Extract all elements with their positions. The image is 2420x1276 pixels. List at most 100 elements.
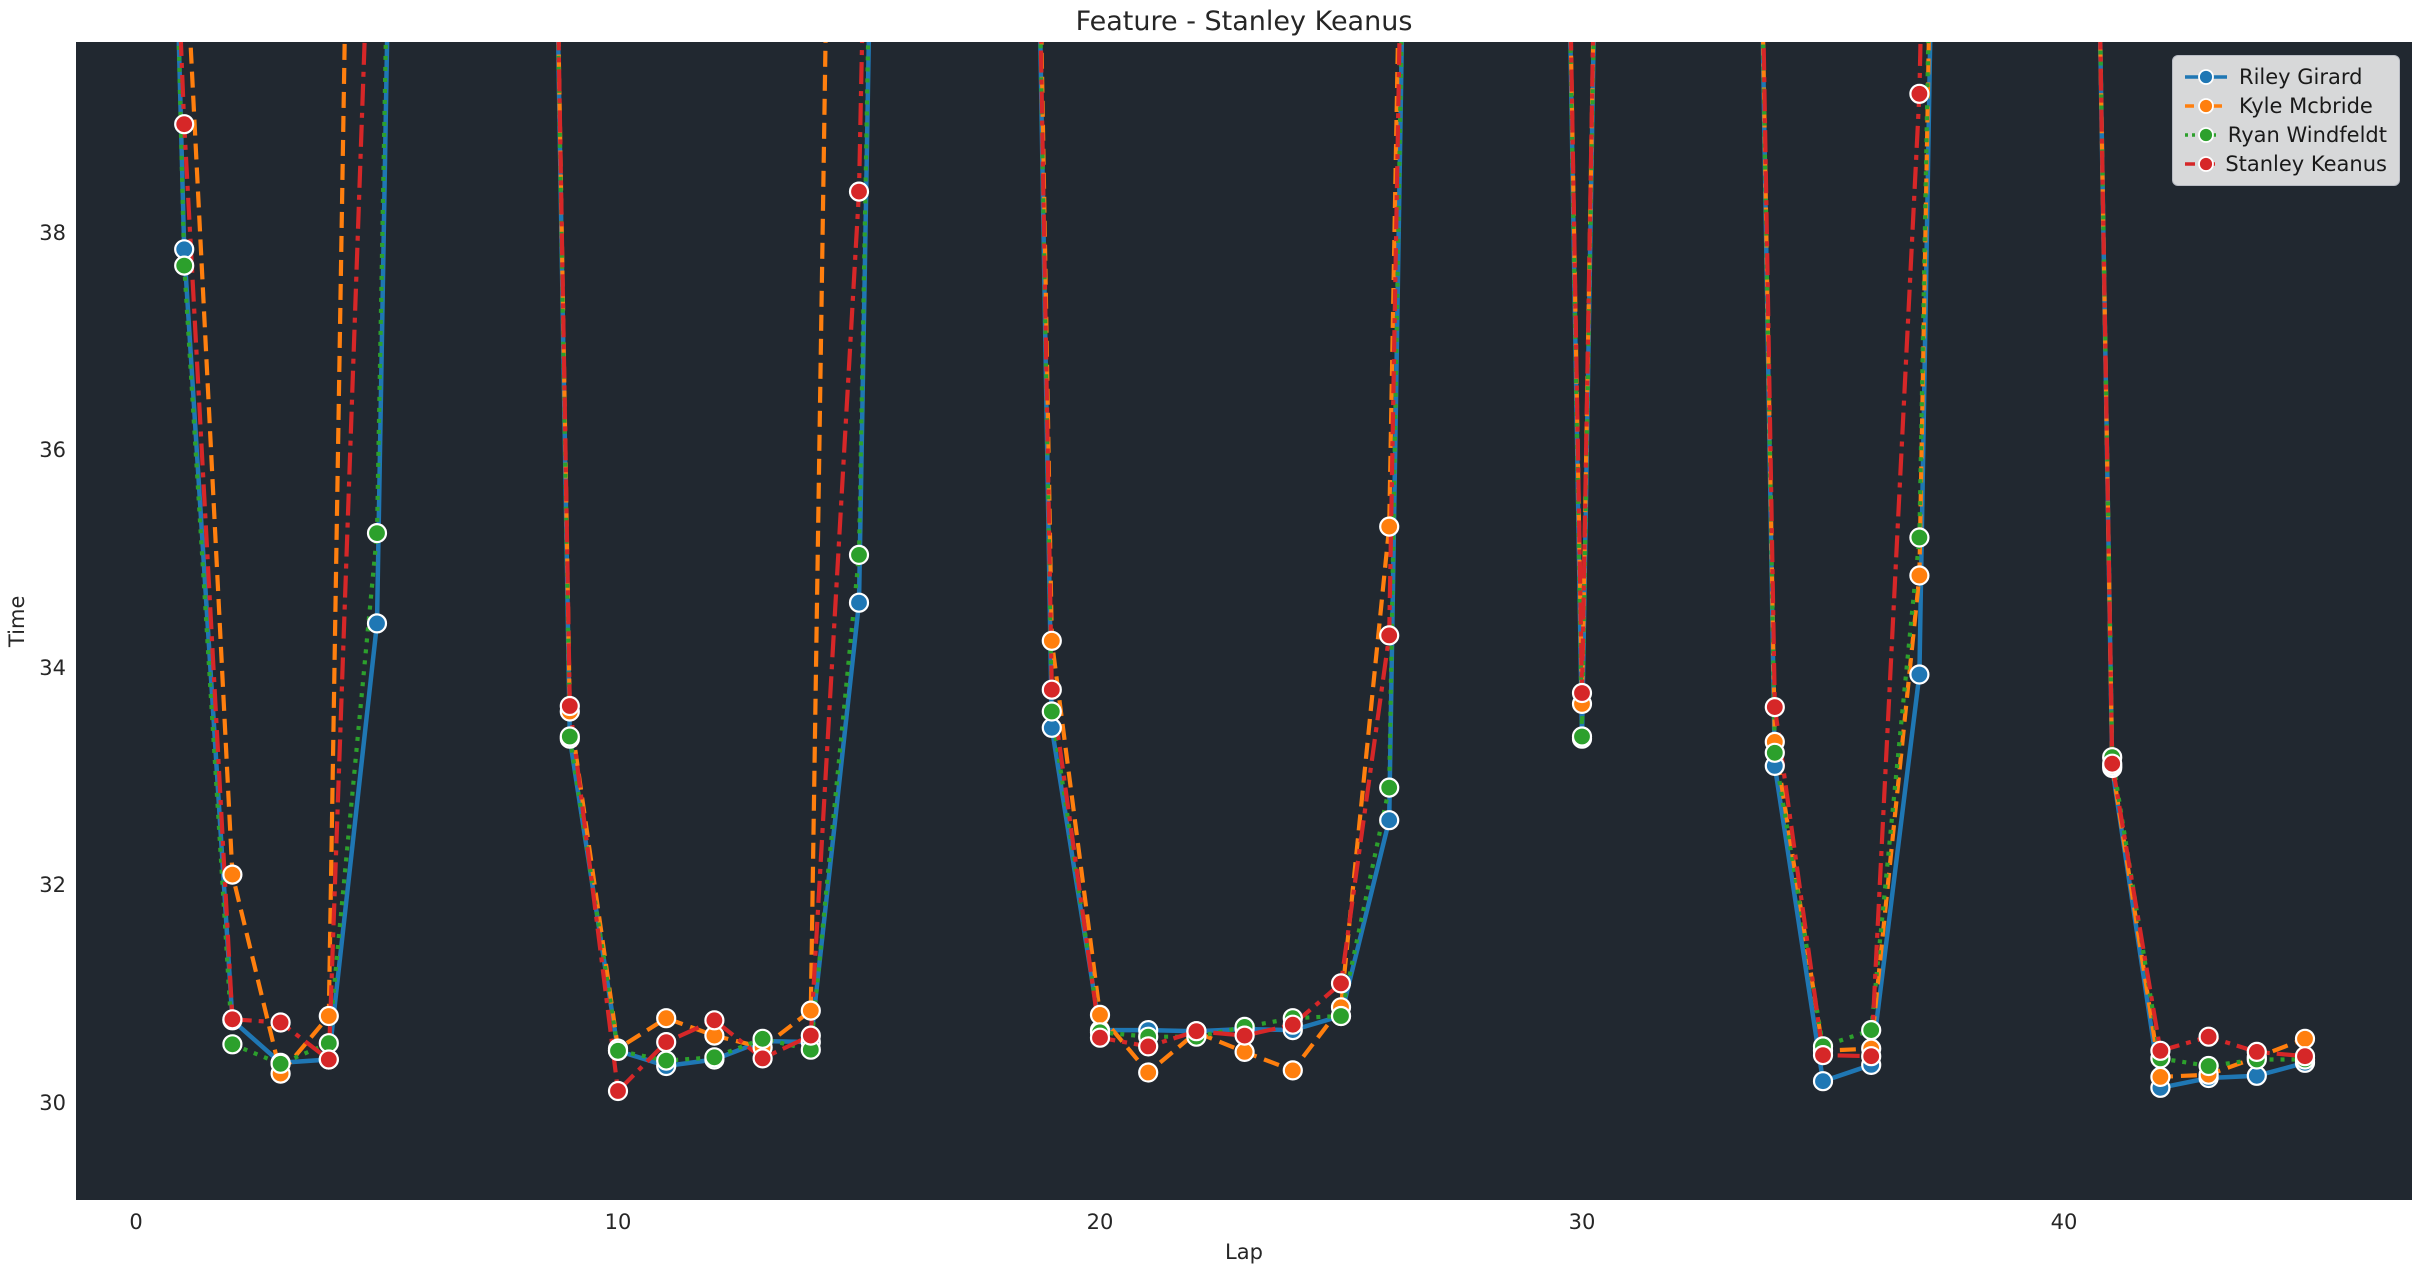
data-point-marker [2102,753,2123,774]
data-point-marker [1379,777,1400,798]
data-point-marker [1089,1004,1111,1026]
series-line-stanley-keanus [178,42,2306,1096]
data-point-marker [1571,682,1593,704]
legend-item-riley-girard: Riley Girard [2183,65,2387,89]
data-point-marker [2294,1046,2316,1067]
x-tick-label: 0 [129,1210,143,1234]
legend-label: Riley Girard [2239,65,2363,89]
data-point-marker [1089,1027,1111,1048]
legend-label: Ryan Windfeldt [2227,123,2387,147]
legend-line-sample [2185,127,2218,143]
data-point-marker [2246,1041,2267,1063]
y-tick-label: 38 [39,220,66,245]
data-point-marker [1861,1046,1882,1067]
legend-item-kyle-mcbride: Kyle Mcbride [2183,94,2387,118]
data-point-marker [848,181,870,202]
data-point-marker [1764,742,1785,763]
legend-label: Stanley Keanus [2225,152,2387,176]
data-point-marker [1812,1071,1834,1092]
data-point-marker [1186,1021,1207,1042]
series-markers-kyle-mcbride [222,516,2316,1088]
data-point-marker [222,1034,243,1055]
data-point-marker [1138,1036,1159,1057]
y-tick-label: 34 [39,655,66,680]
data-point-marker [1571,726,1593,747]
y-tick-label: 32 [39,873,66,898]
data-point-marker [704,1047,725,1068]
data-point-marker [1282,1060,1303,1081]
data-point-marker [318,1005,339,1027]
data-point-marker [2198,1026,2219,1047]
legend-line-sample [2185,98,2227,114]
data-point-marker [222,864,243,885]
data-point-marker [848,592,870,613]
data-point-marker [1041,679,1062,700]
legend-line-sample [2185,156,2216,172]
data-point-marker [366,613,388,634]
data-point-marker [848,544,870,566]
data-point-marker [1234,1025,1255,1046]
x-tick-label: 10 [604,1210,632,1234]
data-point-marker [656,1050,677,1071]
data-point-marker [1764,696,1785,718]
y-axis-label: Time [5,595,29,647]
data-point-marker [752,1048,773,1069]
legend-line-sample [2185,69,2227,85]
data-point-marker [1861,1019,1882,1041]
legend-label: Kyle Mcbride [2239,94,2373,118]
legend-item-stanley-keanus: Stanley Keanus [2183,152,2387,176]
data-point-marker [752,1028,773,1049]
data-point-marker [800,1000,821,1021]
data-point-marker [656,1008,677,1029]
series-markers-riley-girard [174,239,2316,1098]
chart-title: Feature - Stanley Keanus [1075,6,1413,37]
data-point-marker [1379,516,1400,537]
data-point-marker [1138,1062,1159,1083]
data-point-marker [318,1049,339,1070]
data-point-marker [704,1010,725,1031]
series-line-riley-girard [176,42,2306,1091]
data-point-marker [1909,83,1930,104]
data-point-marker [800,1025,821,1046]
data-point-marker [174,114,195,135]
data-point-marker [1909,565,1930,586]
data-point-marker [2294,1028,2316,1049]
data-point-marker [366,522,388,544]
data-point-marker [2150,1040,2171,1061]
data-point-marker [2150,1066,2171,1088]
data-point-marker [270,1053,291,1074]
data-point-marker [1909,527,1930,548]
data-point-marker [1330,1005,1352,1027]
legend-item-ryan-windfeldt: Ryan Windfeldt [2183,123,2387,147]
data-point-marker [656,1031,677,1053]
y-tick-label: 30 [39,1090,66,1115]
data-point-marker [1282,1014,1303,1035]
legend: Riley Girard Kyle Mcbride Ryan Windfeldt St… [2172,55,2400,186]
data-point-marker [222,1009,243,1030]
data-point-marker [1379,625,1400,646]
series-markers-ryan-windfeldt [174,255,2316,1077]
series-markers-stanley-keanus [174,83,2316,1102]
series-line-kyle-mcbride [188,42,2306,1080]
data-point-marker [559,726,580,747]
data-point-marker [607,1040,629,1061]
x-tick-label: 30 [1568,1210,1596,1234]
y-tick-label: 36 [39,438,66,463]
x-axis-label: Lap [1225,1240,1263,1264]
x-tick-label: 40 [2050,1210,2078,1234]
chart-canvas [174,42,2316,1102]
data-point-marker [1909,664,1930,685]
data-point-marker [1041,701,1062,722]
data-point-marker [1812,1044,1834,1066]
data-point-marker [2198,1055,2219,1077]
data-point-marker [1330,973,1352,994]
figure: Feature - Stanley Keanus Lap Time 0 10 20 3… [0,0,2420,1276]
data-point-marker [607,1080,629,1102]
x-tick-label: 20 [1086,1210,1114,1234]
data-point-marker [1041,630,1062,651]
series-line-ryan-windfeldt [176,42,2305,1069]
data-point-marker [174,255,195,276]
data-point-marker [270,1012,291,1033]
data-point-marker [559,695,580,717]
data-point-marker [1379,810,1400,831]
